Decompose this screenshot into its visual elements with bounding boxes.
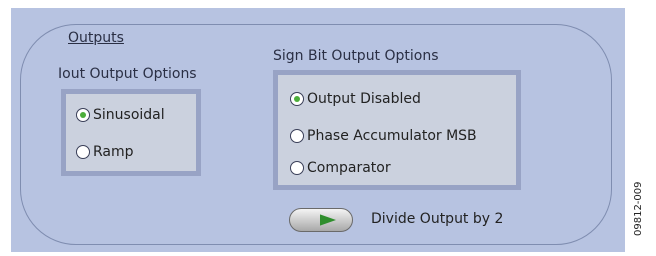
radio-sinusoidal[interactable]: Sinusoidal — [76, 107, 165, 123]
play-arrow-icon — [320, 214, 336, 226]
divide-output-toggle[interactable] — [289, 208, 353, 232]
radio-ramp-label: Ramp — [93, 144, 134, 160]
radio-output-disabled-label: Output Disabled — [307, 91, 421, 107]
sign-bit-options-label: Sign Bit Output Options — [273, 48, 439, 64]
outputs-title: Outputs — [68, 30, 124, 46]
radio-sinusoidal-label: Sinusoidal — [93, 107, 165, 123]
divide-output-label: Divide Output by 2 — [371, 211, 504, 227]
radio-circle-icon — [290, 92, 304, 106]
radio-phase-accumulator-msb[interactable]: Phase Accumulator MSB — [290, 128, 477, 144]
radio-comparator-label: Comparator — [307, 160, 391, 176]
iout-options-box: Sinusoidal Ramp — [61, 89, 201, 176]
radio-circle-icon — [290, 129, 304, 143]
radio-comparator[interactable]: Comparator — [290, 160, 391, 176]
figure-id: 09812-009 — [633, 181, 644, 236]
sign-bit-options-box: Output Disabled Phase Accumulator MSB Co… — [273, 70, 521, 190]
radio-phase-accumulator-msb-label: Phase Accumulator MSB — [307, 128, 477, 144]
iout-options-label: Iout Output Options — [58, 66, 197, 82]
radio-circle-icon — [290, 161, 304, 175]
radio-circle-icon — [76, 108, 90, 122]
outputs-panel: Outputs Iout Output Options Sinusoidal R… — [11, 8, 625, 252]
radio-selected-dot — [80, 112, 86, 118]
radio-ramp[interactable]: Ramp — [76, 144, 134, 160]
radio-selected-dot — [294, 96, 300, 102]
radio-output-disabled[interactable]: Output Disabled — [290, 91, 421, 107]
radio-circle-icon — [76, 145, 90, 159]
